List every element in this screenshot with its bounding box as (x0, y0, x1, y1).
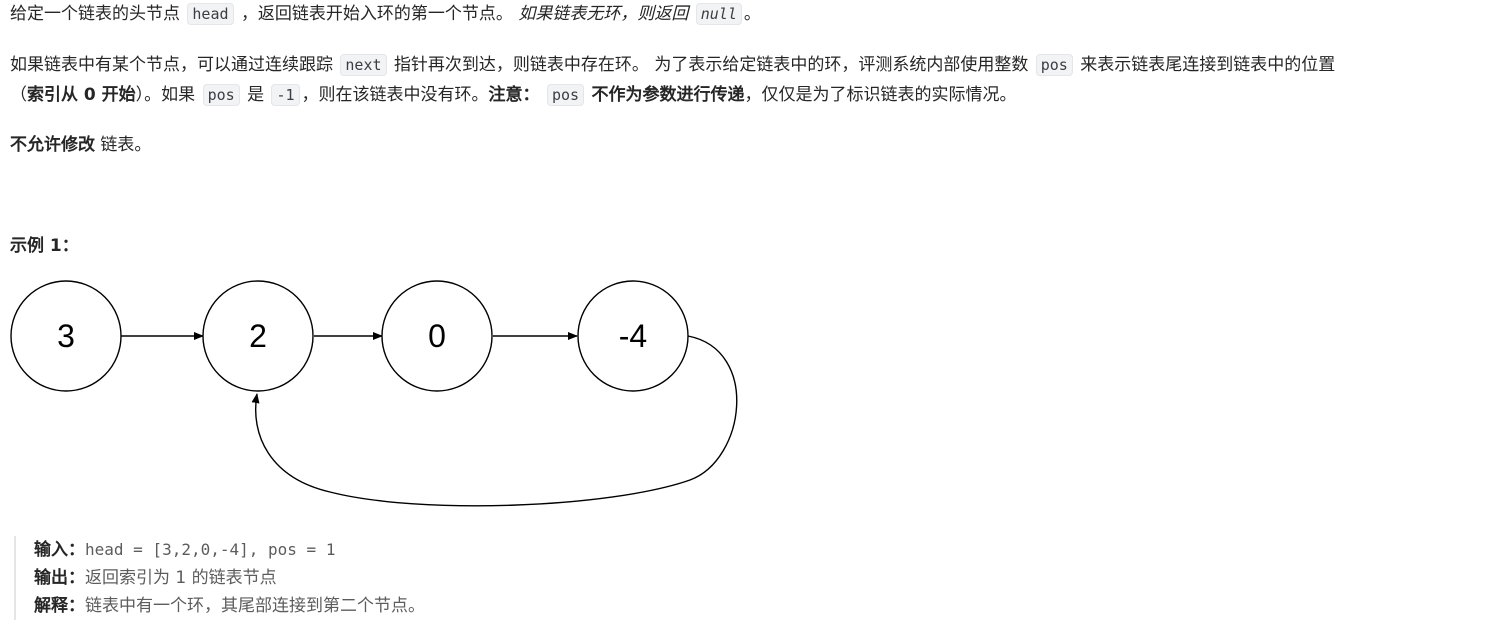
explain-value: 链表中有一个环，其尾部连接到第二个节点。 (85, 596, 425, 616)
example-title: 示例 1： (10, 236, 79, 256)
node-0: 3 (10, 280, 122, 392)
node-1-label: 2 (249, 318, 267, 354)
p2b-bold-not: 不作为参数进行传递 (591, 85, 745, 105)
example-output-line: 输出：返回索引为 1 的链表节点 (34, 564, 734, 592)
p2b-text-b: ）。如果 (135, 85, 196, 105)
p3-bold: 不允许修改 (10, 135, 95, 155)
code-neg1: -1 (271, 84, 300, 106)
node-3: -4 (577, 280, 689, 392)
code-null: null (695, 3, 742, 25)
code-pos-3: pos (546, 84, 585, 106)
description-paragraph-2b: （索引从 0 开始）。如果 pos 是 -1 ，则在该链表中没有环。注意： pos… (10, 80, 1016, 110)
code-pos: pos (1035, 54, 1073, 76)
node-0-label: 3 (57, 318, 75, 354)
linked-list-diagram: 3 2 0 -4 (10, 280, 738, 507)
p2b-text-e: ，仅仅是为了标识链表的实际情况。 (744, 85, 1017, 105)
input-value: head = [3,2,0,-4], pos = 1 (85, 540, 336, 559)
output-label: 输出： (34, 568, 85, 588)
output-value: 返回索引为 1 的链表节点 (85, 568, 277, 588)
p1-text-a: 给定一个链表的头节点 (10, 4, 180, 24)
code-pos-2: pos (202, 84, 240, 106)
p1-text-c: 如果链表无环，则返回 (518, 4, 689, 24)
p2-text-b: 指针再次到达，则链表中存在环。 为了表示给定链表中的环，评测系统内部使用整数 (393, 55, 1029, 75)
p2b-text-a: （ (10, 85, 27, 105)
node-2-label: 0 (428, 318, 446, 354)
code-head: head (187, 3, 234, 25)
p2b-text-d: ，则在该链表中没有环。 (301, 85, 489, 105)
node-3-label: -4 (619, 318, 647, 354)
example-explain-line: 解释：链表中有一个环，其尾部连接到第二个节点。 (34, 592, 734, 620)
p2b-text-c: 是 (247, 85, 265, 105)
example-input-line: 输入：head = [3,2,0,-4], pos = 1 (34, 536, 734, 564)
p1-text-b: ，返回链表开始入环的第一个节点。 (240, 4, 513, 24)
p2b-bold-note: 注意： (488, 85, 540, 105)
p2b-bold-index: 索引从 0 开始 (27, 85, 136, 105)
node-1: 2 (202, 280, 314, 392)
p3-rest: 链表。 (95, 135, 152, 155)
p2-text-c: 来表示链表尾连接到链表中的位置 (1080, 55, 1336, 75)
input-label: 输入： (34, 540, 85, 560)
node-2: 0 (381, 280, 493, 392)
description-paragraph-3: 不允许修改 链表。 (10, 130, 151, 160)
explain-label: 解释： (34, 596, 85, 616)
p2-text-a: 如果链表中有某个节点，可以通过连续跟踪 (10, 55, 333, 75)
example-io-block: 输入：head = [3,2,0,-4], pos = 1 输出：返回索引为 1… (14, 536, 734, 620)
code-next: next (340, 54, 387, 76)
p1-text-d: 。 (743, 4, 761, 24)
description-paragraph-2: 如果链表中有某个节点，可以通过连续跟踪 next 指针再次到达，则链表中存在环。… (10, 50, 1335, 80)
description-paragraph-1: 给定一个链表的头节点 head ，返回链表开始入环的第一个节点。 如果链表无环，… (10, 0, 761, 29)
